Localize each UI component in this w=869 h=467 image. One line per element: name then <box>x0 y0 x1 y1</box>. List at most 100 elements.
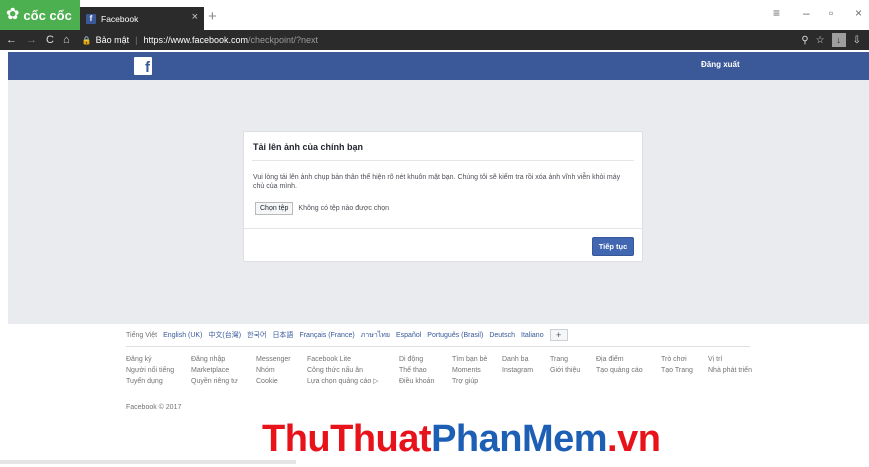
card-description: Vui lòng tải lên ảnh chụp bản thân thể h… <box>253 174 621 190</box>
footer-link[interactable]: Nhà phát triển <box>708 365 752 376</box>
home-icon[interactable]: ⌂ <box>63 34 70 46</box>
toolbar-icons: ⚲ ☆ ↓ ⇩ <box>801 33 861 47</box>
footer-link-column: Danh bạ Instagram <box>502 354 533 376</box>
security-label: Bảo mật <box>95 35 130 45</box>
reload-icon[interactable]: C <box>46 34 54 46</box>
tab-title: Facebook <box>101 13 139 24</box>
language-link[interactable]: Deutsch <box>489 332 515 339</box>
footer-link[interactable]: Quyền riêng tư <box>191 376 238 387</box>
card-footer-divider <box>244 228 642 229</box>
language-link[interactable]: Español <box>396 332 421 339</box>
choose-file-button[interactable]: Chọn tệp <box>255 202 294 215</box>
url-path: /checkpoint/?next <box>248 35 319 45</box>
footer-link-column: Trò chơi Tạo Trang <box>661 354 693 376</box>
url-host: https://www.facebook.com <box>143 35 248 45</box>
footer-link[interactable]: Instagram <box>502 365 533 376</box>
footer-link[interactable]: Tạo quảng cáo <box>596 365 643 376</box>
logout-link[interactable]: Đăng xuất <box>701 60 740 69</box>
copyright: Facebook © 2017 <box>126 404 182 411</box>
footer-link-column: Messenger Nhóm Cookie <box>256 354 291 387</box>
coccoc-logo-icon: ✿ <box>6 6 20 23</box>
tab-facebook[interactable]: f Facebook × <box>80 7 204 30</box>
back-icon[interactable]: ← <box>6 34 17 46</box>
watermark-part3: .vn <box>607 418 661 460</box>
footer-link[interactable]: Đăng nhập <box>191 354 238 365</box>
footer-link[interactable]: Trợ giúp <box>452 376 487 387</box>
brand-name: cốc cốc <box>23 7 72 23</box>
language-link[interactable]: English (UK) <box>163 332 202 339</box>
upload-photo-card: Tải lên ảnh của chính bạn Vui lòng tải l… <box>243 131 643 262</box>
footer-link[interactable]: Tạo Trang <box>661 365 693 376</box>
address-separator: | <box>135 35 138 45</box>
footer-link[interactable]: Tuyển dụng <box>126 376 174 387</box>
language-link[interactable]: 日本語 <box>272 330 293 340</box>
navigation-buttons: ← → C ⌂ <box>6 34 70 46</box>
watermark-logo: ThuThuatPhanMem.vn <box>262 418 661 460</box>
footer-link[interactable]: Điều khoản <box>399 376 434 387</box>
url-field[interactable]: https://www.facebook.com/checkpoint/?nex… <box>143 35 318 45</box>
language-link: Tiếng Việt <box>126 331 158 339</box>
language-link[interactable]: Português (Brasil) <box>427 332 483 339</box>
footer-link[interactable]: Thể thao <box>399 365 434 376</box>
lock-icon: 🔒 <box>81 35 92 45</box>
footer-link[interactable]: Người nổi tiếng <box>126 365 174 376</box>
address-bar: ← → C ⌂ 🔒 Bảo mật | https://www.facebook… <box>0 30 869 50</box>
continue-button[interactable]: Tiếp tục <box>592 237 634 256</box>
footer-link-column: Di động Thể thao Điều khoản <box>399 354 434 387</box>
footer-link[interactable]: Marketplace <box>191 365 238 376</box>
checkpoint-content: Tải lên ảnh của chính bạn Vui lòng tải l… <box>8 80 869 324</box>
footer-link[interactable]: Nhóm <box>256 365 291 376</box>
language-link[interactable]: ภาษาไทย <box>361 330 390 341</box>
browser-tab-bar: ✿ cốc cốc f Facebook × + ≡ – ▫ × <box>0 0 869 30</box>
facebook-logo-icon[interactable]: f <box>134 57 152 75</box>
language-list: Tiếng Việt English (UK) 中文(台灣) 한국어 日本語 França… <box>126 329 568 341</box>
footer-link[interactable]: Giới thiệu <box>550 365 580 376</box>
new-tab-icon[interactable]: + <box>208 8 217 25</box>
facebook-header: f Đăng xuất <box>8 52 869 80</box>
watermark-part2: PhanMem <box>431 418 608 460</box>
coccoc-brand[interactable]: ✿ cốc cốc <box>0 0 80 30</box>
close-tab-icon[interactable]: × <box>192 11 198 23</box>
card-divider <box>252 160 634 161</box>
save-icon[interactable]: ⇩ <box>853 35 861 46</box>
footer-link[interactable]: Đăng ký <box>126 354 174 365</box>
file-input-row: Chọn tệp Không có tệp nào được chọn <box>255 202 389 215</box>
language-link[interactable]: Français (France) <box>299 332 354 339</box>
bookmark-star-icon[interactable]: ☆ <box>816 35 825 46</box>
footer-link[interactable]: Facebook Lite <box>307 354 379 365</box>
close-window-icon[interactable]: × <box>855 6 862 20</box>
footer-link[interactable]: Moments <box>452 365 487 376</box>
language-link[interactable]: 中文(台灣) <box>208 330 241 340</box>
minimize-icon[interactable]: – <box>803 6 810 20</box>
footer-link-column: Đăng nhập Marketplace Quyền riêng tư <box>191 354 238 387</box>
footer-link-column: Đăng ký Người nổi tiếng Tuyển dụng <box>126 354 174 387</box>
footer-link[interactable]: Messenger <box>256 354 291 365</box>
footer-link-column: Trang Giới thiệu <box>550 354 580 376</box>
horizontal-scrollbar[interactable] <box>0 460 296 464</box>
menu-icon[interactable]: ≡ <box>773 6 780 20</box>
forward-icon[interactable]: → <box>26 34 37 46</box>
watermark-part1: ThuThuat <box>262 418 432 460</box>
footer-link[interactable]: Danh bạ <box>502 354 533 365</box>
footer-link-column: Địa điểm Tạo quảng cáo <box>596 354 643 376</box>
footer-link[interactable]: Trang <box>550 354 580 365</box>
language-link[interactable]: Italiano <box>521 332 544 339</box>
footer-link[interactable]: Cookie <box>256 376 291 387</box>
download-icon[interactable]: ↓ <box>831 33 846 47</box>
footer-link[interactable]: Vị trí <box>708 354 752 365</box>
restore-icon[interactable]: ▫ <box>829 6 833 20</box>
extension-icon[interactable]: ⚲ <box>801 35 808 46</box>
more-languages-button[interactable]: + <box>549 329 568 341</box>
no-file-text: Không có tệp nào được chọn <box>298 205 390 212</box>
footer-link[interactable]: Công thức nấu ăn <box>307 365 379 376</box>
footer-link-column: Facebook Lite Công thức nấu ăn Lựa chọn qu… <box>307 354 379 387</box>
footer-link-column: Vị trí Nhà phát triển <box>708 354 752 376</box>
card-title: Tải lên ảnh của chính bạn <box>253 142 364 152</box>
footer-link[interactable]: Di động <box>399 354 434 365</box>
footer-link-column: Tìm bạn bè Moments Trợ giúp <box>452 354 487 387</box>
language-link[interactable]: 한국어 <box>247 330 266 340</box>
footer-link[interactable]: Trò chơi <box>661 354 693 365</box>
footer-link[interactable]: Lựa chọn quảng cáo ▷ <box>307 376 379 387</box>
footer-link[interactable]: Địa điểm <box>596 354 643 365</box>
footer-link[interactable]: Tìm bạn bè <box>452 354 487 365</box>
